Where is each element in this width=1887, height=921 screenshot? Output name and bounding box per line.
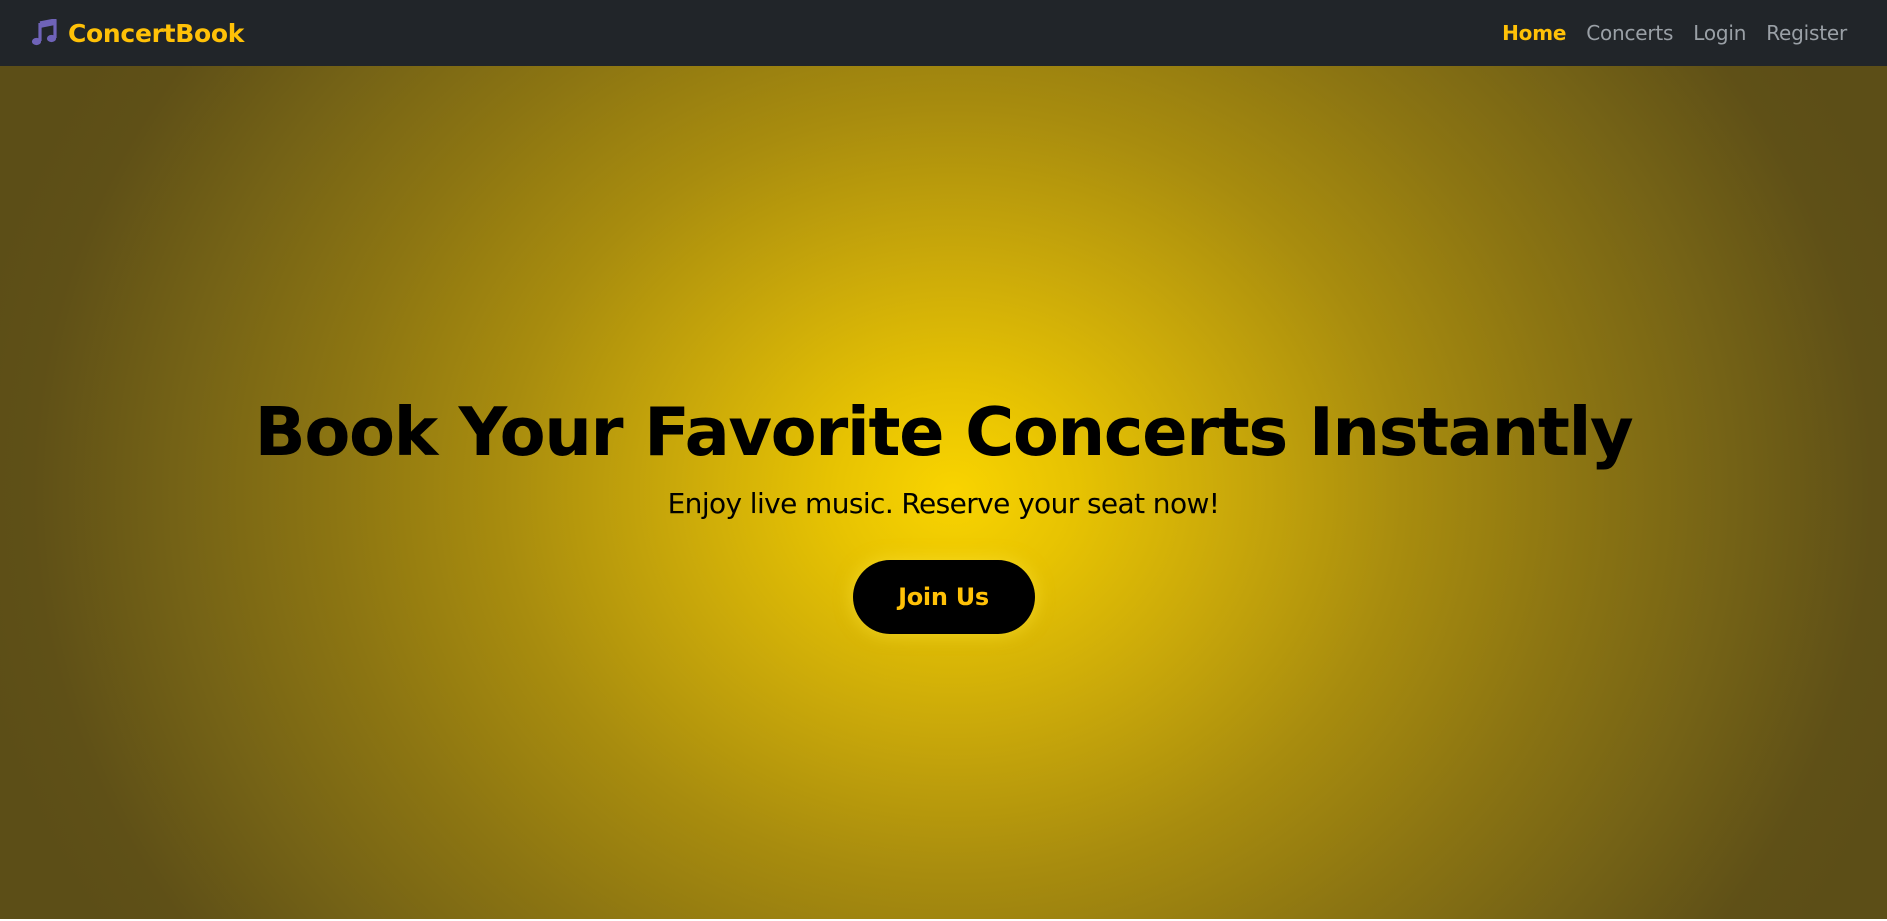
join-us-button[interactable]: Join Us	[852, 560, 1035, 635]
brand-link[interactable]: ConcertBook	[31, 19, 244, 48]
nav-link-home[interactable]: Home	[1502, 21, 1566, 45]
nav-link-login[interactable]: Login	[1693, 21, 1746, 45]
nav-link-concerts[interactable]: Concerts	[1586, 21, 1673, 45]
nav-link-register[interactable]: Register	[1766, 21, 1847, 45]
music-note-icon	[31, 19, 57, 47]
hero-content: Book Your Favorite Concerts Instantly En…	[254, 392, 1634, 635]
hero-title: Book Your Favorite Concerts Instantly	[254, 392, 1634, 471]
top-navbar: ConcertBook Home Concerts Login Register	[0, 0, 1887, 66]
hero-subtitle: Enjoy live music. Reserve your seat now!	[667, 487, 1220, 521]
hero-section: Book Your Favorite Concerts Instantly En…	[0, 66, 1887, 919]
nav-links: Home Concerts Login Register	[1502, 21, 1847, 45]
brand-name: ConcertBook	[68, 18, 245, 48]
